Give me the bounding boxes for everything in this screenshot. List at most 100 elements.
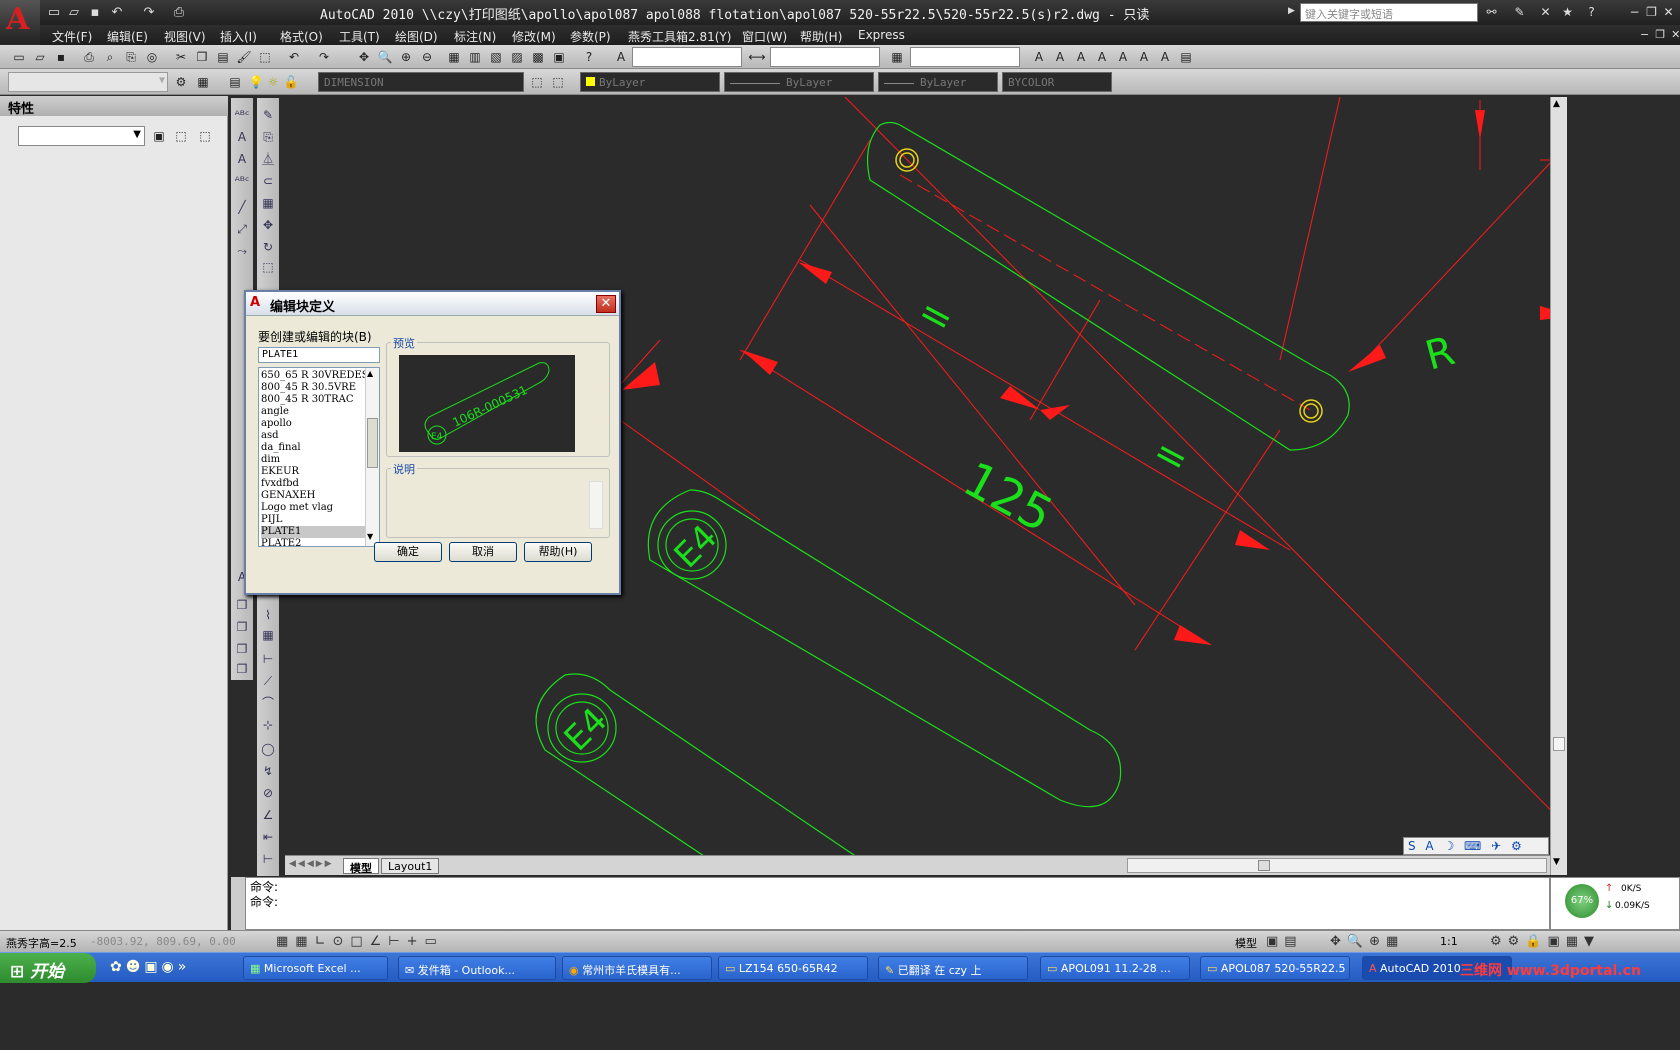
dim-style-icon[interactable]: ⟷ — [748, 48, 766, 66]
cancel-button[interactable]: 取消 — [449, 542, 517, 562]
list-item[interactable]: PIJL — [261, 514, 365, 526]
design-center-icon[interactable]: ▥ — [466, 48, 484, 66]
menu-edit[interactable]: 编辑(E) — [107, 28, 148, 45]
find-text-icon[interactable]: A — [1093, 48, 1111, 66]
table-style-combo[interactable] — [910, 47, 1020, 67]
justify-text-icon[interactable]: A — [1156, 48, 1174, 66]
menu-view[interactable]: 视图(V) — [164, 28, 206, 45]
copy-object-icon[interactable]: ⎘ — [259, 128, 277, 146]
task-folder-apol091[interactable]: ▭ APOL091 11.2-28 ... — [1040, 956, 1190, 980]
print-icon[interactable]: ⎙ — [80, 48, 98, 66]
pan-icon[interactable]: ✥ — [355, 48, 373, 66]
model-space-label[interactable]: 模型 — [1235, 935, 1257, 951]
dim-style-combo[interactable] — [770, 47, 880, 67]
open-file-icon[interactable]: ▱ — [31, 48, 49, 66]
text-abc-icon[interactable]: ᴬᴮᶜ — [233, 106, 251, 124]
save-icon[interactable]: ▪ — [86, 4, 104, 21]
start-button[interactable]: ⊞ 开始 — [0, 953, 96, 983]
object-type-combo[interactable]: ▼ — [18, 126, 145, 146]
layer-properties-icon[interactable]: ▤ — [226, 73, 244, 91]
preview-icon[interactable]: ⌕ — [101, 48, 119, 66]
description-scrollbar[interactable] — [589, 481, 603, 529]
communication-icon[interactable]: ✕ — [1538, 5, 1553, 19]
layer-combo[interactable]: DIMENSION — [318, 72, 524, 92]
menu-window[interactable]: 窗口(W) — [742, 28, 787, 45]
cut-icon[interactable]: ✂ — [172, 48, 190, 66]
list-item[interactable]: 800_45 R 30.5VRE — [261, 382, 365, 394]
layout-toggles[interactable]: ▣▤ — [1266, 934, 1303, 949]
restore-icon[interactable]: ❐ — [1644, 5, 1659, 19]
break-icon[interactable]: ⌇ — [259, 606, 277, 624]
annotation-scale[interactable]: 1:1 — [1440, 935, 1458, 948]
sun-icon[interactable]: ☼ — [264, 73, 282, 91]
draworder4-icon[interactable]: ❐ — [233, 660, 251, 678]
workspace-combo[interactable]: ▼ — [8, 72, 168, 92]
list-item[interactable]: GENAXEH — [261, 490, 365, 502]
plot-icon[interactable]: ⎙ — [170, 4, 188, 21]
menu-draw[interactable]: 绘图(D) — [395, 28, 438, 45]
minimize-icon[interactable]: − — [1627, 5, 1642, 19]
qnew-icon[interactable]: ▭ — [10, 48, 28, 66]
mtext-icon[interactable]: A — [1051, 48, 1069, 66]
text-style-icon[interactable]: A — [612, 48, 630, 66]
rotate-icon[interactable]: ↻ — [259, 238, 277, 256]
bulb-icon[interactable]: 💡 — [247, 73, 265, 91]
draworder2-icon[interactable]: ❐ — [233, 618, 251, 636]
quick-dim-icon[interactable]: ⇤ — [259, 828, 277, 846]
move-icon[interactable]: ✥ — [259, 216, 277, 234]
redo-toolbar-icon[interactable]: ↷ — [315, 48, 333, 66]
scroll-down-icon[interactable]: ▼ — [1553, 857, 1560, 867]
menu-tools[interactable]: 工具(T) — [339, 28, 380, 45]
text-edit-icon[interactable]: A — [1072, 48, 1090, 66]
toggle-pickadd-icon[interactable]: ▣ — [150, 127, 168, 145]
undo-toolbar-icon[interactable]: ↶ — [285, 48, 303, 66]
copy-icon[interactable]: ❐ — [193, 48, 211, 66]
task-folder-apol087[interactable]: ▭ APOL087 520-55R22.5 — [1200, 956, 1350, 980]
plotstyle-combo[interactable]: BYCOLOR — [1002, 72, 1112, 92]
linetype-combo[interactable]: ByLayer — [724, 72, 874, 92]
search-arrow-icon[interactable]: ▶ — [1288, 6, 1295, 16]
help-toolbar-icon[interactable]: ? — [580, 48, 598, 66]
list-item[interactable]: 800_45 R 30TRAC — [261, 394, 365, 406]
list-item[interactable]: PLATE2 — [261, 538, 365, 546]
list-item[interactable]: asd — [261, 430, 365, 442]
task-outlook[interactable]: ✉ 发件箱 - Outlook... — [398, 956, 556, 980]
list-item[interactable]: EKEUR — [261, 466, 365, 478]
list-item[interactable]: angle — [261, 406, 365, 418]
join-icon[interactable]: ▦ — [259, 626, 277, 644]
spell-icon[interactable]: A — [1114, 48, 1132, 66]
horizontal-scrollbar[interactable] — [1127, 858, 1547, 873]
lineweight-combo[interactable]: ByLayer — [878, 72, 998, 92]
draworder3-icon[interactable]: ❐ — [233, 640, 251, 658]
publish-icon[interactable]: ⎘ — [122, 48, 140, 66]
list-item[interactable]: apollo — [261, 418, 365, 430]
layer-previous-icon[interactable]: ⬚ — [549, 73, 567, 91]
tab-model[interactable]: 模型 — [343, 858, 379, 875]
zoom-realtime-icon[interactable]: 🔍 — [376, 48, 394, 66]
properties-icon[interactable]: ▦ — [445, 48, 463, 66]
subscription-icon[interactable]: ✎ — [1512, 5, 1527, 19]
menu-help[interactable]: 帮助(H) — [800, 28, 842, 45]
tab-layout1[interactable]: Layout1 — [381, 858, 440, 874]
command-prompt[interactable]: 命令: — [250, 893, 278, 910]
zoom-window-icon[interactable]: ⊕ — [397, 48, 415, 66]
task-folder-lz154[interactable]: ▭ LZ154 650-65R42 — [718, 956, 868, 980]
drafting-toggles[interactable]: ▦▦∟⊙□∠⊢+▭ — [276, 934, 444, 949]
dim-radius-icon[interactable]: ◯ — [259, 740, 277, 758]
vertical-scrollbar[interactable]: ▲ ▼ — [1550, 97, 1567, 875]
paste-icon[interactable]: ▤ — [214, 48, 232, 66]
dim-angular-icon[interactable]: ∠ — [259, 806, 277, 824]
help-icon[interactable]: ? — [1584, 5, 1599, 19]
markup-icon[interactable]: ▩ — [529, 48, 547, 66]
undo-icon[interactable]: ↶ — [108, 4, 126, 21]
app-menu-button[interactable]: A — [0, 0, 40, 44]
text-box-icon[interactable]: A — [233, 128, 251, 146]
customize-icon[interactable]: ▦ — [194, 73, 212, 91]
ok-button[interactable]: 确定 — [374, 542, 442, 562]
doc-window-controls[interactable]: −❐✕ — [1640, 28, 1680, 41]
new-icon[interactable]: ▭ — [45, 4, 63, 21]
favorites-icon[interactable]: ★ — [1560, 5, 1575, 19]
list-item[interactable]: da_final — [261, 442, 365, 454]
convert-text-icon[interactable]: ▤ — [1177, 48, 1195, 66]
sheet-set-icon[interactable]: ▨ — [508, 48, 526, 66]
